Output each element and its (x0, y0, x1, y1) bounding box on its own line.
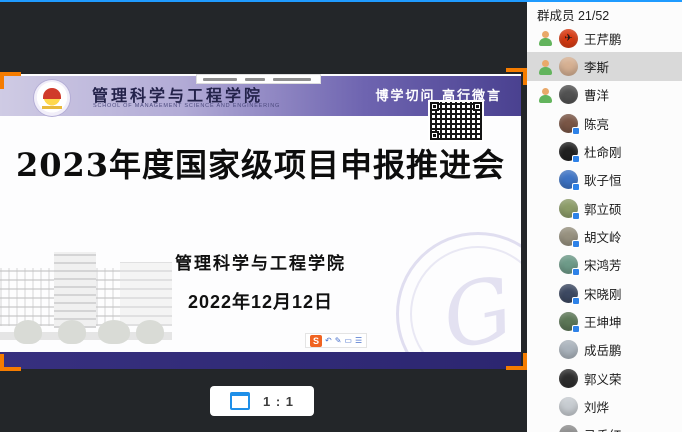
undo-icon: ↶ (325, 337, 332, 345)
member-row[interactable]: 成岳鹏 (527, 336, 682, 364)
member-name: 曹洋 (584, 85, 609, 104)
online-badge-icon (572, 155, 580, 163)
school-logo-icon (34, 80, 70, 116)
online-badge-icon (572, 325, 580, 333)
presence-slot (538, 427, 553, 432)
member-row[interactable]: ✈ 王芹鹏 (527, 24, 682, 52)
presence-slot (538, 229, 553, 245)
member-row[interactable]: 胡文岭 (527, 222, 682, 250)
pen-icon: ✎ (335, 337, 342, 345)
member-name: 成岳鹏 (584, 340, 622, 359)
members-sidebar: 群成员 21/52 ✈ 王芹鹏李斯曹洋陈亮杜命刚耿子恒郭立硕胡文岭宋鸿芳宋晓刚王坤… (527, 0, 682, 432)
share-border-corner (0, 72, 21, 89)
member-avatar (559, 227, 578, 246)
presence-person-icon (538, 30, 553, 46)
share-border-corner (506, 353, 527, 370)
member-avatar (559, 397, 578, 416)
member-row[interactable]: 宋晓刚 (527, 279, 682, 307)
meeting-window: 管理科学与工程学院 SCHOOL OF MANAGEMENT SCIENCE A… (0, 0, 682, 432)
shared-screen-region[interactable]: 管理科学与工程学院 SCHOOL OF MANAGEMENT SCIENCE A… (0, 74, 521, 369)
member-name: 王芹鹏 (584, 29, 622, 48)
presence-slot (538, 172, 553, 188)
member-row[interactable]: 马香红 (527, 421, 682, 432)
share-border-corner (0, 354, 21, 371)
fit-ratio-button[interactable]: 1 : 1 (210, 386, 314, 416)
shape-icon: ▭ (344, 337, 352, 345)
member-avatar (559, 85, 578, 104)
slide-subtitle: 管理科学与工程学院 (0, 249, 521, 274)
member-row[interactable]: 杜命刚 (527, 137, 682, 165)
presence-person-icon (538, 59, 553, 75)
member-avatar (559, 369, 578, 388)
member-avatar (559, 340, 578, 359)
presence-slot (538, 285, 553, 301)
member-name: 胡文岭 (584, 227, 622, 246)
member-avatar (559, 57, 578, 76)
online-badge-icon (572, 268, 580, 276)
member-name: 李斯 (584, 57, 609, 76)
online-badge-icon (572, 212, 580, 220)
slide-date: 2022年12月12日 (0, 288, 521, 314)
member-row[interactable]: 刘烨 (527, 392, 682, 420)
member-name: 宋鸿芳 (584, 255, 622, 274)
presence-slot (538, 257, 553, 273)
qr-code (428, 100, 484, 142)
member-name: 刘烨 (584, 397, 609, 416)
member-name: 马香红 (584, 425, 622, 432)
member-avatar (559, 170, 578, 189)
share-border-corner (506, 68, 527, 85)
member-avatar (559, 425, 578, 432)
menu-icon: ☰ (355, 337, 362, 345)
online-badge-icon (572, 240, 580, 248)
member-avatar (559, 284, 578, 303)
presence-slot (538, 342, 553, 358)
member-avatar (559, 114, 578, 133)
presenter-toolbar-item (273, 78, 311, 81)
presence-slot (538, 115, 553, 131)
member-row[interactable]: 郭义荣 (527, 364, 682, 392)
member-name: 王坤坤 (584, 312, 622, 331)
presenter-toolbar-item (245, 78, 265, 81)
member-name: 郭立硕 (584, 199, 622, 218)
member-row[interactable]: 耿子恒 (527, 166, 682, 194)
slide-title: 2023年度国家级项目申报推进会 (0, 140, 521, 186)
member-avatar: ✈ (559, 29, 578, 48)
member-row[interactable]: 王坤坤 (527, 307, 682, 335)
window-ratio-icon (230, 392, 250, 410)
window-top-accent (0, 0, 682, 2)
presence-slot (538, 314, 553, 330)
annotation-app-icon: S (310, 335, 322, 347)
member-row[interactable]: 曹洋 (527, 81, 682, 109)
online-badge-icon (572, 127, 580, 135)
member-avatar (559, 255, 578, 274)
member-name: 杜命刚 (584, 142, 622, 161)
presence-slot (538, 144, 553, 160)
member-avatar (559, 142, 578, 161)
fit-ratio-label: 1 : 1 (263, 394, 294, 409)
presentation-slide: 管理科学与工程学院 SCHOOL OF MANAGEMENT SCIENCE A… (0, 74, 521, 369)
member-row[interactable]: 陈亮 (527, 109, 682, 137)
annotation-toolbar[interactable]: S ↶ ✎ ▭ ☰ (305, 333, 367, 348)
presence-slot (538, 200, 553, 216)
member-row[interactable]: 宋鸿芳 (527, 251, 682, 279)
member-name: 耿子恒 (584, 170, 622, 189)
member-avatar (559, 199, 578, 218)
presence-slot (538, 399, 553, 415)
presenter-toolbar[interactable] (196, 74, 321, 84)
member-avatar (559, 312, 578, 331)
presence-person-icon (538, 87, 553, 103)
member-row[interactable]: 郭立硕 (527, 194, 682, 222)
member-list: ✈ 王芹鹏李斯曹洋陈亮杜命刚耿子恒郭立硕胡文岭宋鸿芳宋晓刚王坤坤成岳鹏郭义荣刘烨马… (527, 24, 682, 432)
online-badge-icon (572, 183, 580, 191)
presence-slot (538, 370, 553, 386)
member-name: 郭义荣 (584, 369, 622, 388)
member-row[interactable]: 李斯 (527, 52, 682, 80)
members-count-header: 群成员 21/52 (537, 5, 609, 24)
slide-footer-band (0, 352, 521, 369)
presenter-toolbar-item (203, 78, 237, 81)
school-name-en: SCHOOL OF MANAGEMENT SCIENCE AND ENGINEE… (93, 103, 280, 109)
member-name: 陈亮 (584, 114, 609, 133)
member-name: 宋晓刚 (584, 284, 622, 303)
online-badge-icon (572, 297, 580, 305)
